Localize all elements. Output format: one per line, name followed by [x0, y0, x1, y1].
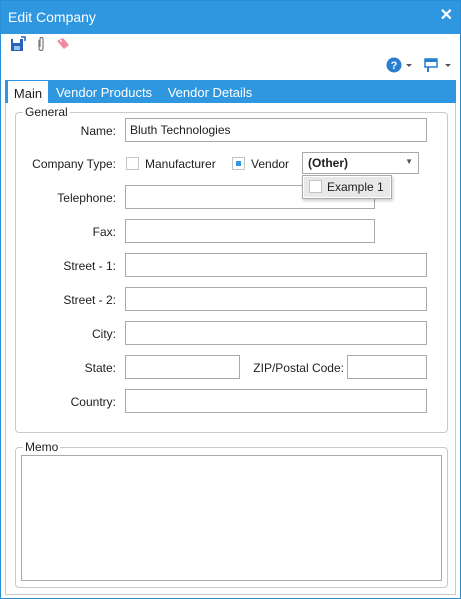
- telephone-label: Telephone:: [57, 191, 116, 205]
- country-field[interactable]: [125, 389, 427, 413]
- save-close-icon[interactable]: [10, 36, 26, 52]
- street1-field[interactable]: [125, 253, 427, 277]
- help-icon[interactable]: ?: [386, 57, 402, 73]
- tab-vendor-products[interactable]: Vendor Products: [51, 80, 157, 103]
- street2-field[interactable]: [125, 287, 427, 311]
- zip-field[interactable]: [347, 355, 427, 379]
- vendor-type-combobox[interactable]: (Other) ▼: [302, 152, 419, 174]
- city-field[interactable]: [125, 321, 427, 345]
- state-field[interactable]: [125, 355, 240, 379]
- manufacturer-label: Manufacturer: [145, 157, 216, 171]
- tab-content-main: General Name: Bluth Technologies Company…: [5, 103, 456, 595]
- memo-textarea[interactable]: [21, 455, 442, 581]
- vendor-checkbox[interactable]: [232, 157, 245, 170]
- manufacturer-checkbox[interactable]: [126, 157, 139, 170]
- tab-strip: Main Vendor Products Vendor Details: [5, 80, 456, 104]
- layout-icon[interactable]: [424, 57, 440, 73]
- vendor-type-value: (Other): [308, 156, 348, 170]
- example-1-label: Example 1: [327, 180, 384, 194]
- memo-legend: Memo: [25, 440, 59, 454]
- country-label: Country:: [70, 395, 116, 409]
- zip-label: ZIP/Postal Code:: [253, 361, 344, 375]
- name-field[interactable]: Bluth Technologies: [125, 118, 427, 142]
- svg-text:?: ?: [391, 60, 398, 72]
- layout-dropdown-chevron-icon[interactable]: [444, 59, 454, 75]
- street1-label: Street - 1:: [63, 259, 116, 273]
- street2-label: Street - 2:: [63, 293, 116, 307]
- toolbar: [1, 34, 460, 56]
- company-type-label: Company Type:: [32, 157, 116, 171]
- tab-vendor-details[interactable]: Vendor Details: [163, 80, 257, 103]
- attachment-icon[interactable]: [33, 36, 49, 52]
- fax-field[interactable]: [125, 219, 375, 243]
- general-legend: General: [25, 105, 68, 119]
- state-label: State:: [84, 361, 116, 375]
- help-dropdown-chevron-icon[interactable]: [405, 59, 415, 75]
- title-bar: Edit Company ✕: [1, 1, 460, 34]
- close-icon[interactable]: ✕: [440, 7, 453, 25]
- example-1-checkbox[interactable]: [309, 180, 322, 193]
- fax-label: Fax:: [92, 225, 116, 239]
- edit-company-window: Edit Company ✕ ? Main Vendor Products Ve…: [0, 0, 461, 599]
- name-label: Name:: [80, 124, 116, 138]
- vendor-label: Vendor: [251, 157, 290, 171]
- tab-main[interactable]: Main: [7, 80, 49, 104]
- vendor-type-dropdown: Example 1: [302, 175, 392, 199]
- dropdown-item[interactable]: Example 1: [304, 177, 390, 197]
- tag-icon[interactable]: [55, 36, 71, 52]
- city-label: City:: [92, 327, 116, 341]
- secondary-toolbar: ?: [1, 55, 460, 77]
- chevron-down-icon: ▼: [405, 157, 413, 166]
- window-title: Edit Company: [8, 9, 96, 25]
